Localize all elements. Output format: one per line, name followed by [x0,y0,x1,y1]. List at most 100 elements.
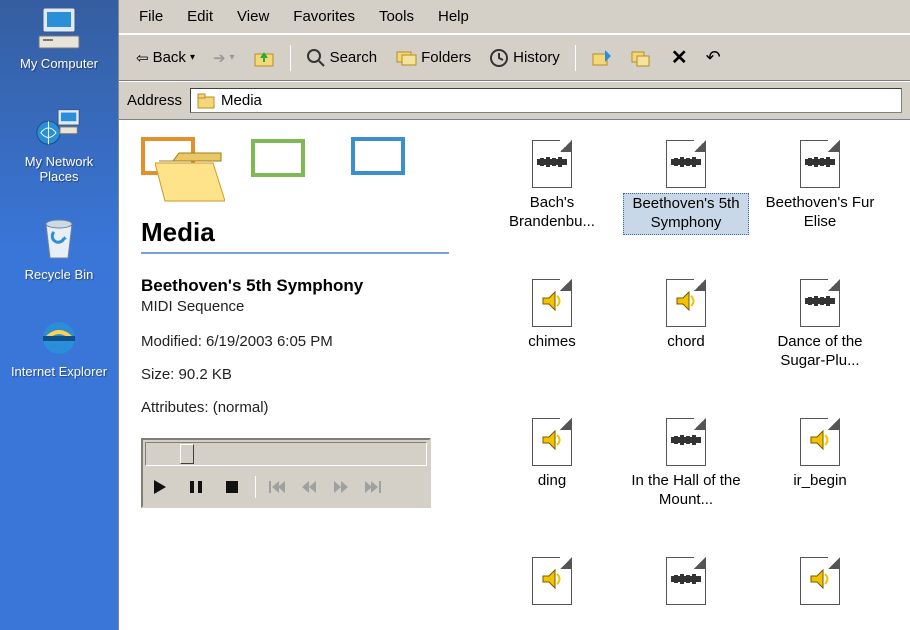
ie-icon [35,312,83,360]
back-label: Back [153,49,186,66]
copy-to-button[interactable] [624,44,660,72]
delete-icon: ✕ [671,45,688,70]
desktop-icon-my-computer[interactable]: My Computer [20,4,98,72]
speaker-icon [809,568,831,594]
midi-icon [671,155,701,173]
skip-back-button[interactable] [266,474,288,500]
side-pane: Media Beethoven's 5th Symphony MIDI Sequ… [119,121,469,630]
midi-icon [671,433,701,451]
file-label: Beethoven's 5th Symphony [623,193,749,235]
menu-view[interactable]: View [237,8,269,25]
desktop-icon-label: Internet Explorer [11,364,107,380]
file-icon [661,417,711,467]
menu-help[interactable]: Help [438,8,469,25]
file-icon [795,556,845,606]
recycle-bin-icon [35,215,83,263]
menu-tools[interactable]: Tools [379,8,414,25]
fast-forward-button[interactable] [330,474,352,500]
my-computer-icon [35,4,83,52]
address-field[interactable]: Media [190,88,902,113]
undo-icon: ↶ [706,47,721,68]
menu-favorites[interactable]: Favorites [293,8,355,25]
file-icon [527,139,577,189]
file-label: chimes [524,332,580,353]
file-item[interactable]: ding [487,417,617,542]
rewind-button[interactable] [298,474,320,500]
pause-button[interactable] [183,474,209,500]
folder-icon [197,93,215,109]
speaker-icon [541,429,563,455]
file-item[interactable]: Dance of the Sugar-Plu... [755,278,885,403]
file-item[interactable]: Bach's Brandenbu... [487,139,617,264]
addressbar: Address Media [119,81,910,120]
desktop-icon-label: Recycle Bin [25,267,94,283]
file-icon [795,417,845,467]
file-item[interactable]: chimes [487,278,617,403]
file-label: In the Hall of the Mount... [623,471,749,511]
file-icon [527,278,577,328]
desktop-icon-ie[interactable]: Internet Explorer [11,312,107,380]
midi-icon [805,155,835,173]
selected-modified: Modified: 6/19/2003 6:05 PM [141,333,449,350]
file-item[interactable]: ir_begin [755,417,885,542]
folder-open-icon [155,149,225,205]
toolbar-separator [290,45,291,71]
folders-icon [395,49,417,67]
delete-button[interactable]: ✕ [664,41,695,74]
undo-button[interactable]: ↶ [699,43,728,72]
file-label: chord [663,332,709,353]
selected-size: Size: 90.2 KB [141,366,449,383]
back-button[interactable]: ⇦ Back ▾ [129,45,202,71]
desktop-icon-recycle-bin[interactable]: Recycle Bin [25,215,94,283]
history-icon [489,48,509,68]
desktop-icon-network-places[interactable]: My Network Places [4,102,114,185]
player-separator [255,476,256,498]
move-to-button[interactable] [584,44,620,72]
file-item[interactable]: Beethoven's Fur Elise [755,139,885,264]
menu-edit[interactable]: Edit [187,8,213,25]
desktop-icon-label: My Computer [20,56,98,72]
search-label: Search [330,49,378,66]
speaker-icon [541,568,563,594]
play-button[interactable] [147,474,173,500]
forward-button[interactable]: ➔ ▾ [206,45,242,71]
toolbar-separator [575,45,576,71]
file-label: ir_begin [789,471,850,492]
explorer-window: File Edit View Favorites Tools Help ⇦ Ba… [118,0,910,630]
file-label: Bach's Brandenbu... [489,193,615,233]
copy-to-icon [631,48,653,68]
file-icon [527,417,577,467]
skip-forward-button[interactable] [362,474,384,500]
selected-file-name: Beethoven's 5th Symphony [141,276,449,296]
seek-slider[interactable] [145,442,427,466]
desktop-icon-label: My Network Places [4,154,114,185]
search-button[interactable]: Search [299,44,385,72]
menu-file[interactable]: File [139,8,163,25]
file-grid: Bach's Brandenbu...Beethoven's 5th Symph… [469,121,910,630]
file-item[interactable]: In the Hall of the Mount... [621,417,751,542]
seek-thumb[interactable] [180,444,194,464]
folders-label: Folders [421,49,471,66]
file-icon [527,556,577,606]
file-item[interactable]: chord [621,278,751,403]
file-item[interactable] [621,556,751,630]
file-label: Dance of the Sugar-Plu... [757,332,883,372]
history-button[interactable]: History [482,44,567,72]
file-item[interactable] [487,556,617,630]
selected-attributes: Attributes: (normal) [141,399,449,416]
folders-button[interactable]: Folders [388,45,478,71]
file-icon [661,139,711,189]
speaker-icon [675,290,697,316]
file-label: ding [534,471,570,492]
forward-arrow-icon: ➔ [213,49,226,67]
stop-button[interactable] [219,474,245,500]
midi-icon [671,572,701,590]
speaker-icon [809,429,831,455]
file-label: Beethoven's Fur Elise [757,193,883,233]
media-player [141,438,431,508]
file-item[interactable] [755,556,885,630]
file-item[interactable]: Beethoven's 5th Symphony [621,139,751,264]
up-button[interactable] [246,44,282,72]
history-label: History [513,49,560,66]
side-pane-art [141,137,449,207]
